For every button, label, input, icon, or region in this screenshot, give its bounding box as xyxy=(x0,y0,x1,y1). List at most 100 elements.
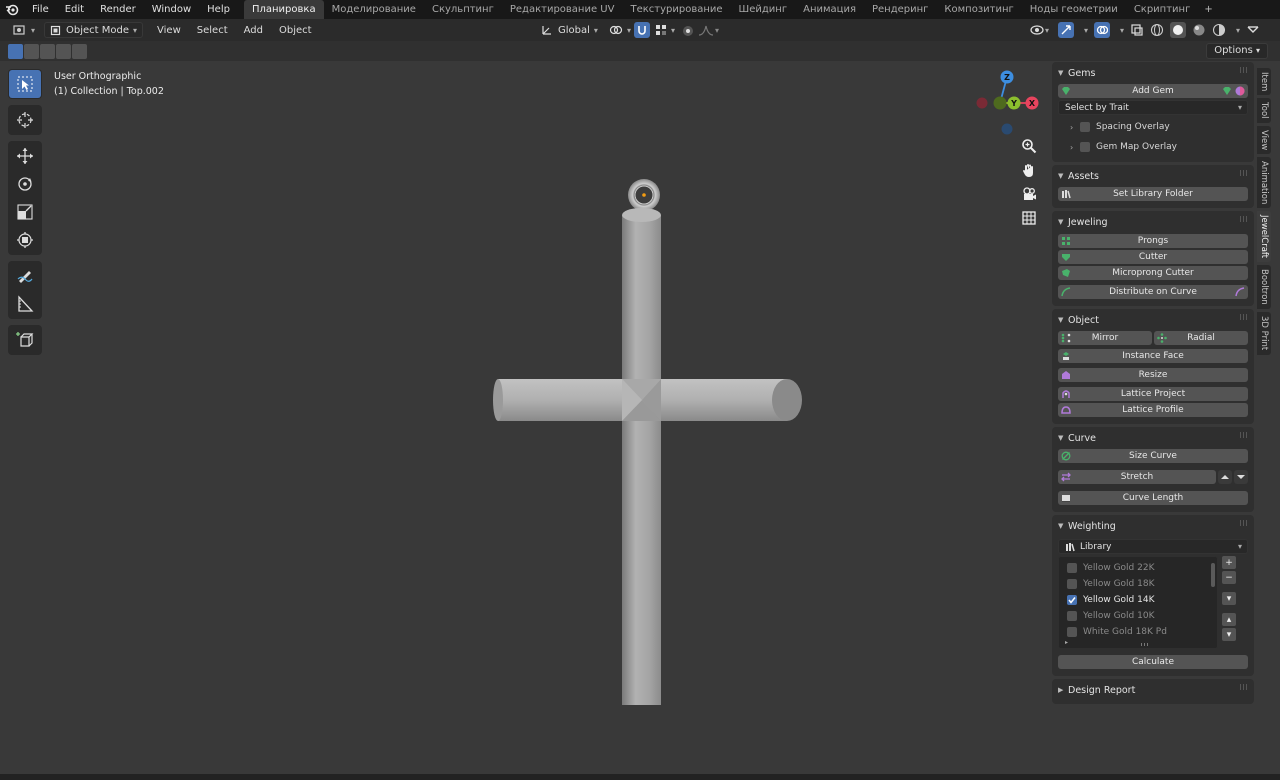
shading-dropdown-icon[interactable]: ▾ xyxy=(1236,26,1240,35)
cursor-tool-icon[interactable] xyxy=(9,106,41,134)
tab-geometry-nodes[interactable]: Ноды геометрии xyxy=(1022,0,1126,19)
prongs-button[interactable]: Prongs xyxy=(1058,234,1248,248)
list-remove-icon[interactable]: − xyxy=(1222,571,1236,584)
menu-file[interactable]: File xyxy=(24,0,57,19)
shading-solid-icon[interactable] xyxy=(1170,22,1187,38)
tab-sculpting[interactable]: Скульптинг xyxy=(424,0,502,19)
tab-texture-paint[interactable]: Текстурирование xyxy=(622,0,730,19)
gizmo-toggle-icon[interactable] xyxy=(1058,22,1074,38)
shading-wireframe-icon[interactable] xyxy=(1150,23,1164,37)
list-move-up-icon[interactable]: ▴ xyxy=(1222,613,1236,626)
set-library-folder-button[interactable]: Set Library Folder xyxy=(1058,187,1248,201)
drag-grip-icon[interactable] xyxy=(1240,170,1248,176)
vtab-3d-print[interactable]: 3D Print xyxy=(1257,312,1271,355)
blender-logo-icon[interactable] xyxy=(0,0,24,19)
select-extend-icon[interactable] xyxy=(24,43,39,59)
list-menu-icon[interactable]: ▾ xyxy=(1222,592,1236,605)
gems-panel-header[interactable]: ▼ Gems xyxy=(1058,64,1248,82)
drag-grip-icon[interactable] xyxy=(1240,432,1248,438)
assets-panel-header[interactable]: ▼ Assets xyxy=(1058,167,1248,185)
vtab-jewelcraft[interactable]: JewelCraft xyxy=(1257,211,1271,263)
library-dropdown[interactable]: Library ▾ xyxy=(1058,539,1248,554)
editor-type-button[interactable]: ▾ xyxy=(8,22,40,38)
list-item[interactable]: White Gold 18K Pd xyxy=(1063,624,1213,640)
snap-target-dropdown[interactable]: ▾ xyxy=(650,22,680,38)
zoom-icon[interactable] xyxy=(1018,135,1040,157)
design-report-panel-header[interactable]: ▶ Design Report xyxy=(1058,681,1248,699)
axis-neg-z-icon[interactable] xyxy=(1001,123,1013,135)
spacing-overlay-checkbox[interactable] xyxy=(1080,122,1090,132)
xray-toggle-icon[interactable] xyxy=(1130,23,1144,37)
tab-layout[interactable]: Планировка xyxy=(243,0,324,19)
perspective-toggle-icon[interactable] xyxy=(1018,207,1040,229)
spacing-overlay-row[interactable]: › Spacing Overlay xyxy=(1058,117,1248,137)
snap-toggle-icon[interactable] xyxy=(634,22,650,38)
list-resize-grip-icon[interactable] xyxy=(1141,643,1149,646)
axis-neg-x-icon[interactable] xyxy=(976,97,988,109)
select-new-icon[interactable] xyxy=(8,43,23,59)
gem-map-overlay-checkbox[interactable] xyxy=(1080,142,1090,152)
vtab-animation[interactable]: Animation xyxy=(1257,157,1271,209)
drag-grip-icon[interactable] xyxy=(1240,314,1248,320)
list-scrollbar[interactable] xyxy=(1211,563,1215,587)
lattice-project-button[interactable]: Lattice Project xyxy=(1058,387,1248,401)
tab-shading[interactable]: Шейдинг xyxy=(731,0,796,19)
measure-tool-icon[interactable] xyxy=(9,290,41,318)
scale-tool-icon[interactable] xyxy=(9,198,41,226)
menu-render[interactable]: Render xyxy=(92,0,144,19)
vtab-item[interactable]: Item xyxy=(1257,68,1271,96)
header-menu-object[interactable]: Object xyxy=(271,25,320,36)
object-panel-header[interactable]: ▼ Object xyxy=(1058,311,1248,329)
vtab-tool[interactable]: Tool xyxy=(1257,98,1271,123)
add-workspace-button[interactable]: + xyxy=(1198,0,1218,19)
drag-grip-icon[interactable] xyxy=(1240,216,1248,222)
tab-modeling[interactable]: Моделирование xyxy=(324,0,424,19)
drag-grip-icon[interactable] xyxy=(1240,684,1248,690)
add-cube-tool-icon[interactable] xyxy=(9,326,41,354)
list-item[interactable]: Yellow Gold 22K xyxy=(1063,560,1213,576)
lattice-profile-button[interactable]: Lattice Profile xyxy=(1058,403,1248,417)
mode-dropdown[interactable]: Object Mode ▾ xyxy=(44,22,144,38)
options-dropdown[interactable]: Options ▾ xyxy=(1206,43,1268,59)
gizmo-dropdown-icon[interactable]: ▾ xyxy=(1084,26,1088,35)
visibility-icon[interactable]: ▾ xyxy=(1030,23,1052,37)
pivot-point-dropdown[interactable]: ▾ xyxy=(604,22,636,38)
mirror-button[interactable]: Mirror xyxy=(1058,331,1152,345)
menu-edit[interactable]: Edit xyxy=(57,0,92,19)
gem-map-overlay-row[interactable]: › Gem Map Overlay xyxy=(1058,137,1248,157)
list-add-icon[interactable]: + xyxy=(1222,556,1236,569)
vtab-view[interactable]: View xyxy=(1257,125,1271,155)
list-item[interactable]: Yellow Gold 14K xyxy=(1063,592,1213,608)
curve-length-button[interactable]: Curve Length xyxy=(1058,491,1248,505)
select-by-trait-dropdown[interactable]: Select by Trait ▾ xyxy=(1058,100,1248,115)
overlays-toggle-icon[interactable] xyxy=(1094,22,1111,38)
calculate-button[interactable]: Calculate xyxy=(1058,655,1248,669)
material-checkbox[interactable] xyxy=(1067,595,1077,605)
materials-list[interactable]: Yellow Gold 22K Yellow Gold 18K Yellow G… xyxy=(1058,556,1218,649)
stretch-up-icon[interactable] xyxy=(1218,470,1232,484)
tab-animation[interactable]: Анимация xyxy=(795,0,864,19)
overlays-dropdown-icon[interactable]: ▾ xyxy=(1120,26,1124,35)
proportional-edit-icon[interactable] xyxy=(680,23,696,39)
size-curve-button[interactable]: Size Curve xyxy=(1058,449,1248,463)
menu-help[interactable]: Help xyxy=(199,0,238,19)
distribute-on-curve-button[interactable]: Distribute on Curve xyxy=(1058,285,1248,299)
stretch-button[interactable]: Stretch xyxy=(1058,470,1216,484)
shading-rendered-icon[interactable] xyxy=(1212,23,1226,37)
drag-grip-icon[interactable] xyxy=(1240,520,1248,526)
select-subtract-icon[interactable] xyxy=(40,43,55,59)
transform-tool-icon[interactable] xyxy=(9,226,41,254)
material-checkbox[interactable] xyxy=(1067,627,1077,637)
tab-uv-editing[interactable]: Редактирование UV xyxy=(502,0,623,19)
resize-button[interactable]: Resize xyxy=(1058,368,1248,382)
list-move-down-icon[interactable]: ▾ xyxy=(1222,628,1236,641)
radial-button[interactable]: Radial xyxy=(1154,331,1248,345)
list-item[interactable]: Yellow Gold 10K xyxy=(1063,608,1213,624)
rotate-tool-icon[interactable] xyxy=(9,170,41,198)
select-invert-icon[interactable] xyxy=(56,43,71,59)
cross-pendant-object[interactable] xyxy=(480,115,820,705)
camera-view-icon[interactable] xyxy=(1018,183,1040,205)
weighting-panel-header[interactable]: ▼ Weighting xyxy=(1058,517,1248,535)
pan-hand-icon[interactable] xyxy=(1018,159,1040,181)
shading-material-icon[interactable] xyxy=(1192,23,1206,37)
